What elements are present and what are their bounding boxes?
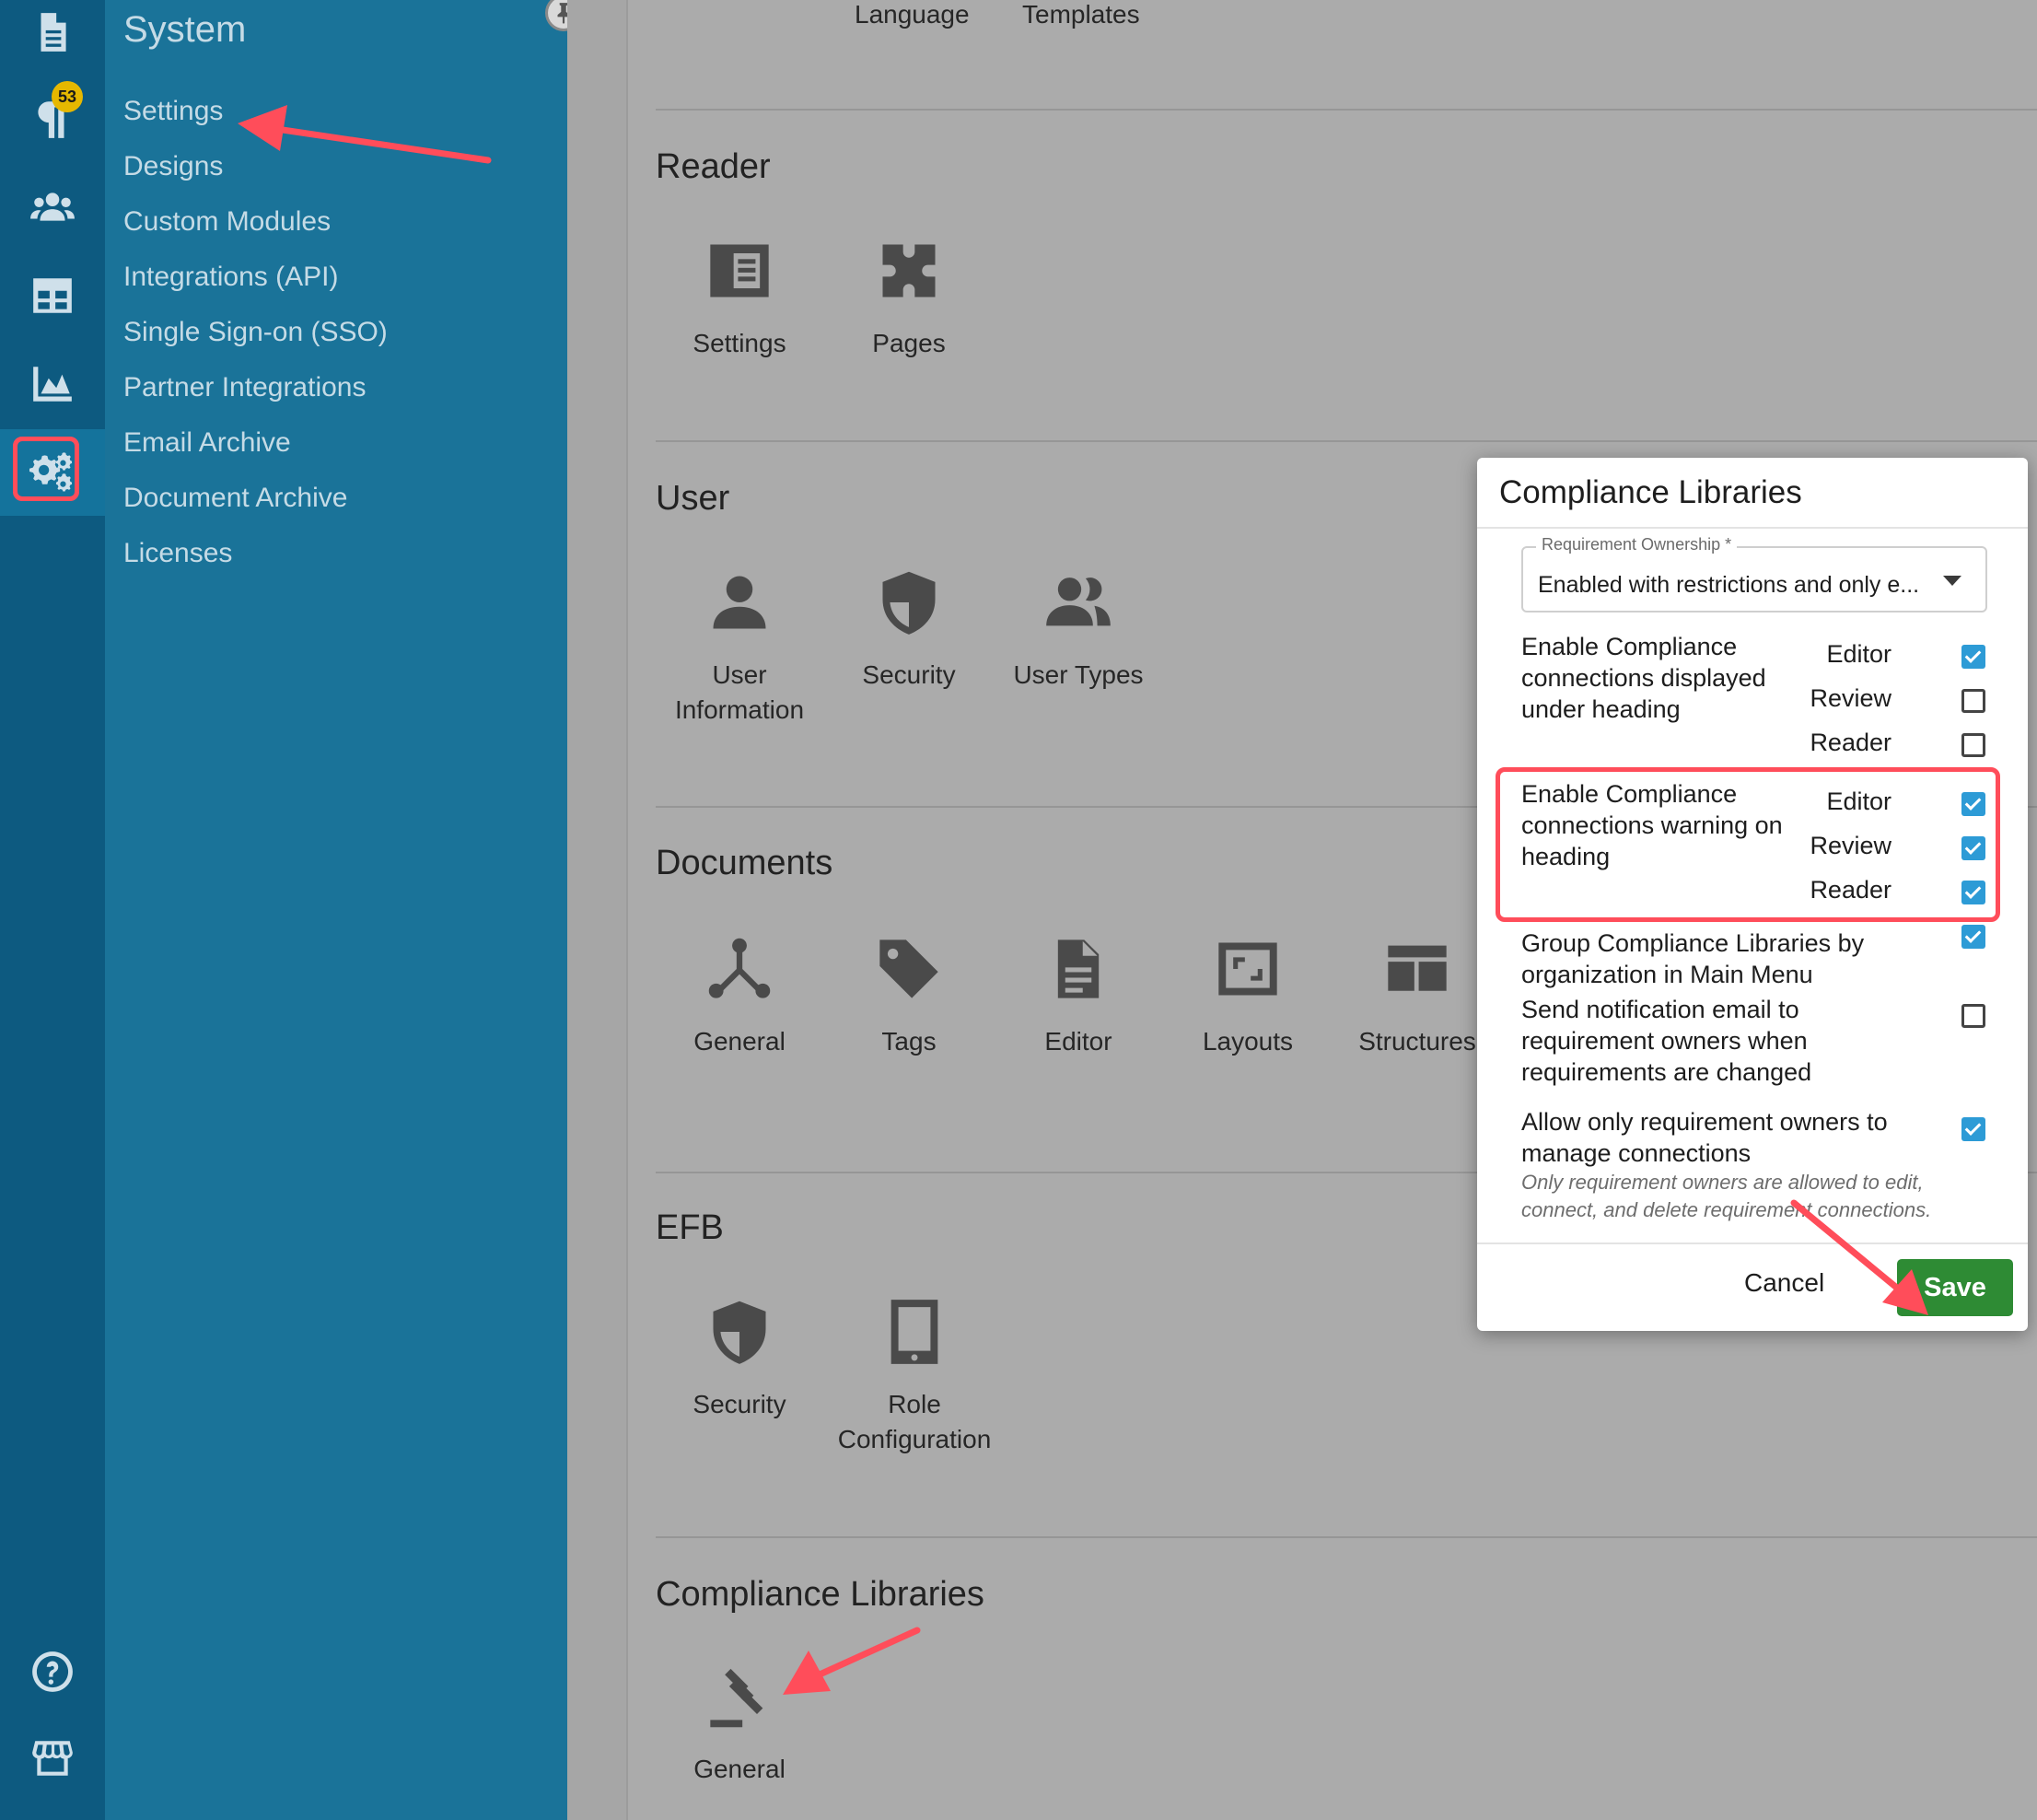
- annotation-arrowhead-settings: [238, 105, 287, 151]
- annotation-arrows: [238, 105, 1928, 1695]
- annotation-arrowhead-save: [1882, 1269, 1928, 1315]
- annotation-arrow-settings: [273, 125, 492, 164]
- annotation-arrow-general: [816, 1627, 921, 1678]
- annotation-arrow-save: [1790, 1199, 1903, 1293]
